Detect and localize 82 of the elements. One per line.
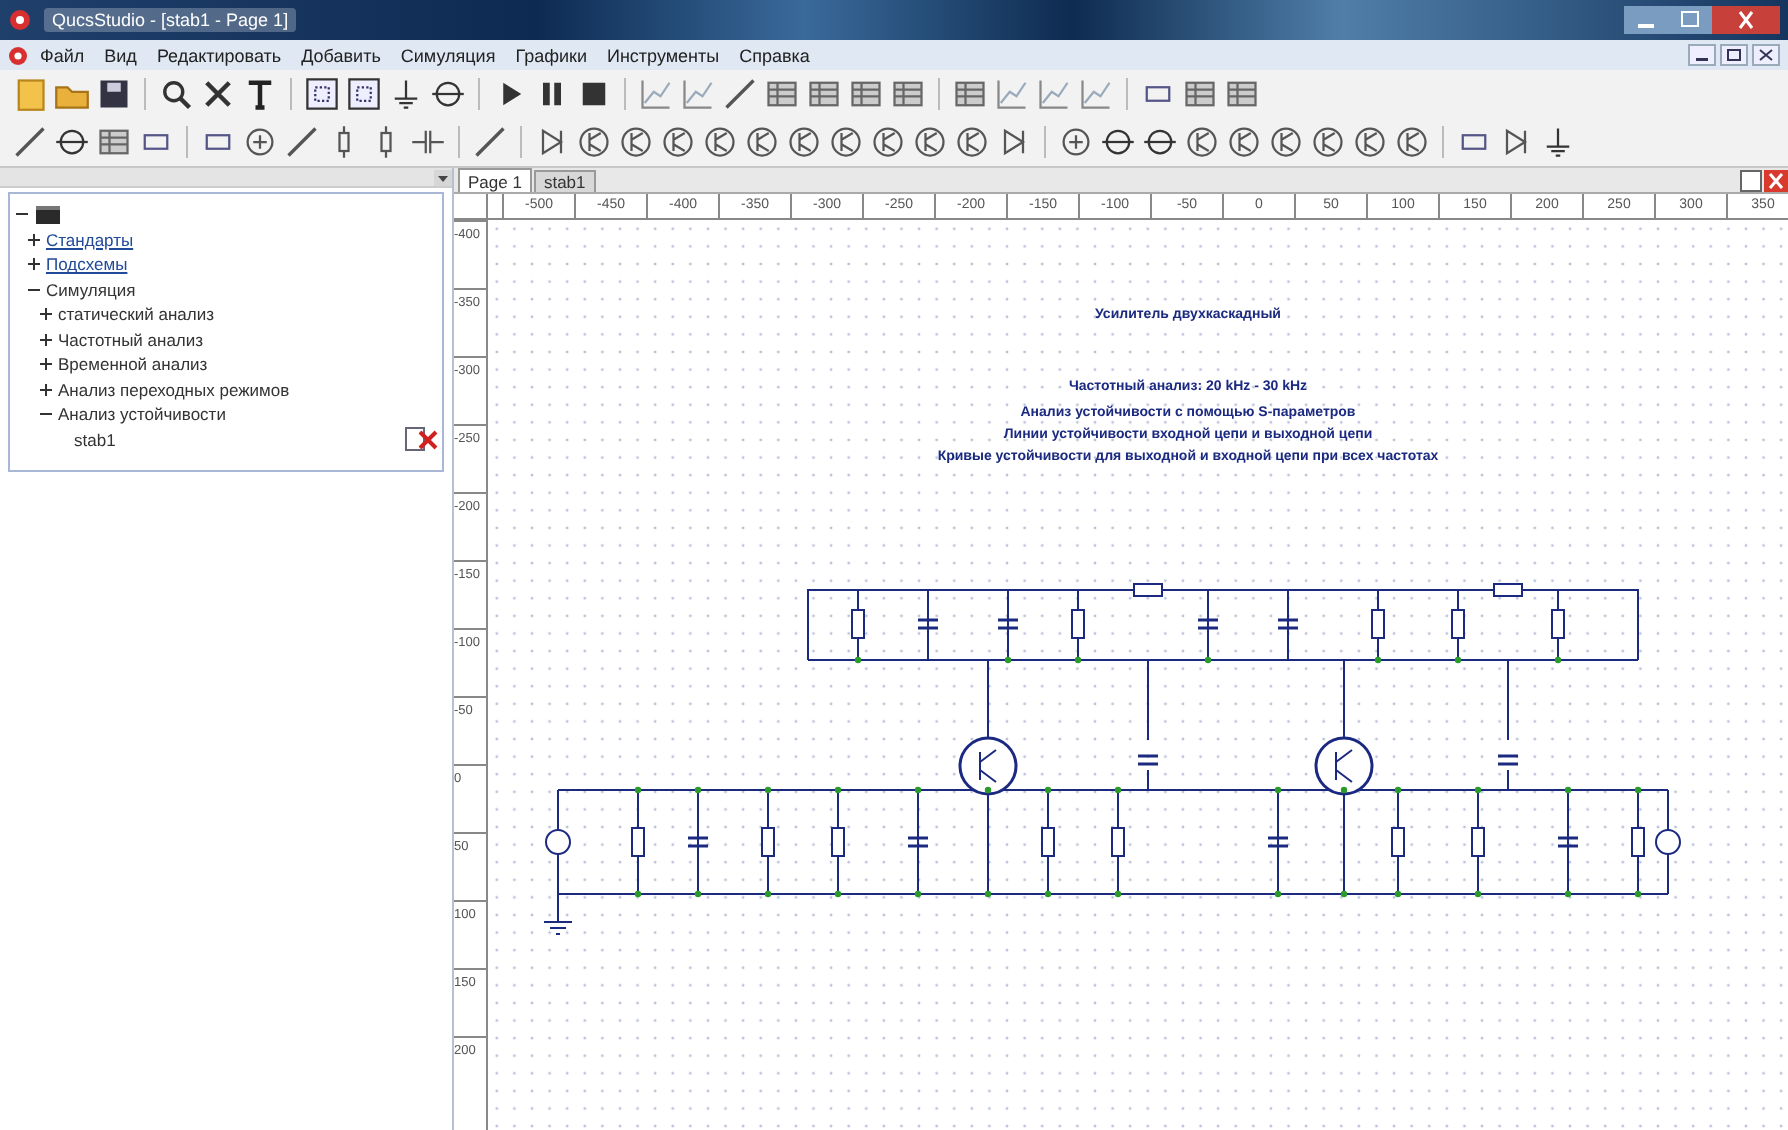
tab[interactable]: Page 1: [458, 168, 532, 192]
transistor-icon[interactable]: [828, 124, 864, 160]
transistor-icon[interactable]: [954, 124, 990, 160]
save-icon[interactable]: [96, 76, 132, 112]
tree-item[interactable]: Симуляция: [46, 279, 136, 300]
menu-item[interactable]: Инструменты: [598, 45, 728, 65]
selection-icon[interactable]: [304, 76, 340, 112]
dropdown-icon[interactable]: [434, 169, 452, 185]
menu-item[interactable]: Графики: [507, 45, 595, 65]
transistor-icon[interactable]: [576, 124, 612, 160]
table-icon[interactable]: [806, 76, 842, 112]
wire-icon[interactable]: [472, 124, 508, 160]
graph-icon[interactable]: [1078, 76, 1114, 112]
tree-item[interactable]: статический анализ: [58, 304, 214, 325]
transistor-icon[interactable]: [744, 124, 780, 160]
app-icon: [8, 8, 32, 32]
menu-item[interactable]: Добавить: [293, 45, 389, 65]
table-icon[interactable]: [952, 76, 988, 112]
expand-icon[interactable]: [38, 381, 54, 398]
restore-icon[interactable]: [1720, 44, 1748, 66]
expand-icon[interactable]: [26, 231, 42, 248]
table-icon[interactable]: [890, 76, 926, 112]
transistor-icon[interactable]: [1394, 124, 1430, 160]
tree-item[interactable]: Временной анализ: [58, 354, 208, 375]
table-icon[interactable]: [848, 76, 884, 112]
expand-icon[interactable]: [26, 256, 42, 273]
minimize-icon[interactable]: [1688, 44, 1716, 66]
tree-item[interactable]: stab1: [74, 429, 116, 450]
menu-item[interactable]: Редактировать: [148, 45, 290, 65]
search-icon[interactable]: [158, 76, 194, 112]
transistor-icon[interactable]: [618, 124, 654, 160]
transistor-icon[interactable]: [1226, 124, 1262, 160]
port-icon[interactable]: [430, 76, 466, 112]
window-title: QucsStudio - [stab1 - Page 1]: [44, 8, 297, 32]
port-icon[interactable]: [1142, 124, 1178, 160]
source-icon[interactable]: [1058, 124, 1094, 160]
selection-icon[interactable]: [346, 76, 382, 112]
table-icon[interactable]: [96, 124, 132, 160]
graph-icon[interactable]: [680, 76, 716, 112]
transistor-icon[interactable]: [912, 124, 948, 160]
tree-item[interactable]: Анализ устойчивости: [58, 404, 226, 425]
menu-item[interactable]: Справка: [731, 45, 818, 65]
expand-icon[interactable]: [38, 356, 54, 373]
transistor-icon[interactable]: [1352, 124, 1388, 160]
transistor-icon[interactable]: [870, 124, 906, 160]
page-icon[interactable]: [1740, 170, 1762, 192]
close-icon[interactable]: [1712, 6, 1780, 34]
close-icon[interactable]: [1752, 44, 1780, 66]
graph-icon[interactable]: [638, 76, 674, 112]
wire-icon[interactable]: [722, 76, 758, 112]
transistor-icon[interactable]: [786, 124, 822, 160]
tree-item[interactable]: Стандарты: [46, 229, 134, 250]
remove-icon[interactable]: [404, 424, 438, 455]
close-icon[interactable]: [1764, 170, 1788, 192]
transistor-icon[interactable]: [1310, 124, 1346, 160]
transistor-icon[interactable]: [660, 124, 696, 160]
wire-icon[interactable]: [12, 124, 48, 160]
table-icon[interactable]: [764, 76, 800, 112]
tree-item[interactable]: Частотный анализ: [58, 329, 204, 350]
menu-item[interactable]: Вид: [96, 45, 145, 65]
project-icon: [34, 202, 62, 227]
tree-item[interactable]: Анализ переходных режимов: [58, 379, 290, 400]
app-icon: [8, 45, 28, 65]
table-icon[interactable]: [1224, 76, 1260, 112]
table-icon[interactable]: [1182, 76, 1218, 112]
wire-icon[interactable]: [284, 124, 320, 160]
port-icon[interactable]: [1100, 124, 1136, 160]
new-file-icon[interactable]: [12, 76, 48, 112]
transistor-icon[interactable]: [1268, 124, 1304, 160]
expand-icon[interactable]: [38, 306, 54, 323]
maximize-icon[interactable]: [1668, 6, 1712, 34]
expand-icon[interactable]: [38, 331, 54, 348]
graph-icon[interactable]: [1036, 76, 1072, 112]
menu-item[interactable]: Файл: [32, 45, 93, 65]
port-icon[interactable]: [54, 124, 90, 160]
source-icon[interactable]: [242, 124, 278, 160]
transistor-icon[interactable]: [1184, 124, 1220, 160]
tree-item[interactable]: Подсхемы: [46, 254, 128, 275]
transistor-icon[interactable]: [702, 124, 738, 160]
graph-icon[interactable]: [994, 76, 1030, 112]
menu-item[interactable]: Симуляция: [392, 45, 504, 65]
tab[interactable]: stab1: [533, 170, 596, 192]
